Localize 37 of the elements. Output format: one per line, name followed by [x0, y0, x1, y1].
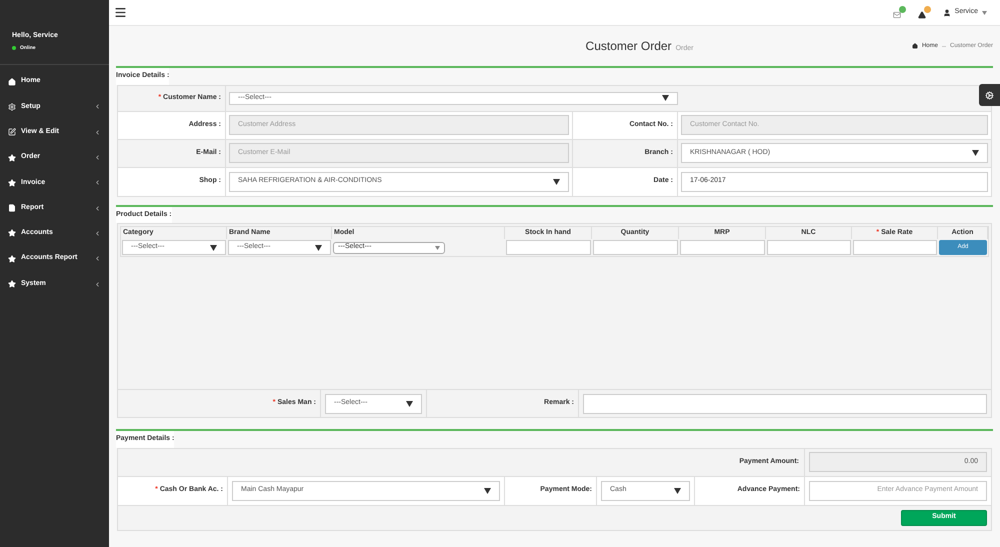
caret-icon — [972, 150, 979, 156]
page-title: Customer Order — [586, 38, 672, 55]
mail-icon — [892, 11, 901, 19]
gear-icon — [985, 90, 994, 100]
caret-icon — [674, 488, 681, 494]
caret-icon — [662, 95, 669, 101]
notification-badge — [924, 6, 931, 13]
star-icon — [8, 280, 16, 288]
settings-button[interactable] — [979, 84, 1000, 106]
input-field[interactable] — [506, 240, 591, 255]
home-icon — [8, 78, 16, 86]
star-icon — [8, 154, 16, 162]
mail-button[interactable] — [892, 6, 906, 19]
star-icon — [8, 229, 16, 238]
input-field[interactable] — [680, 240, 765, 255]
input-field[interactable] — [583, 394, 987, 414]
caret-icon — [210, 244, 217, 250]
notification-badge — [898, 6, 906, 13]
home-icon — [912, 43, 918, 49]
gears-icon — [8, 102, 16, 111]
caret-icon — [315, 244, 322, 250]
alert-button[interactable] — [918, 6, 931, 19]
warning-icon — [918, 11, 926, 19]
edit-icon — [8, 128, 16, 136]
file-icon — [8, 204, 16, 212]
caret-icon — [406, 400, 413, 406]
star-icon — [8, 178, 16, 187]
input-field[interactable] — [767, 240, 851, 255]
user-icon — [942, 8, 951, 16]
caret-icon — [435, 246, 440, 250]
caret-icon — [982, 10, 987, 14]
input-field[interactable] — [853, 240, 937, 255]
caret-icon — [553, 178, 560, 184]
menu-icon[interactable] — [114, 6, 127, 19]
star-icon — [8, 254, 16, 263]
input-field[interactable] — [593, 240, 678, 255]
caret-icon — [484, 488, 491, 494]
